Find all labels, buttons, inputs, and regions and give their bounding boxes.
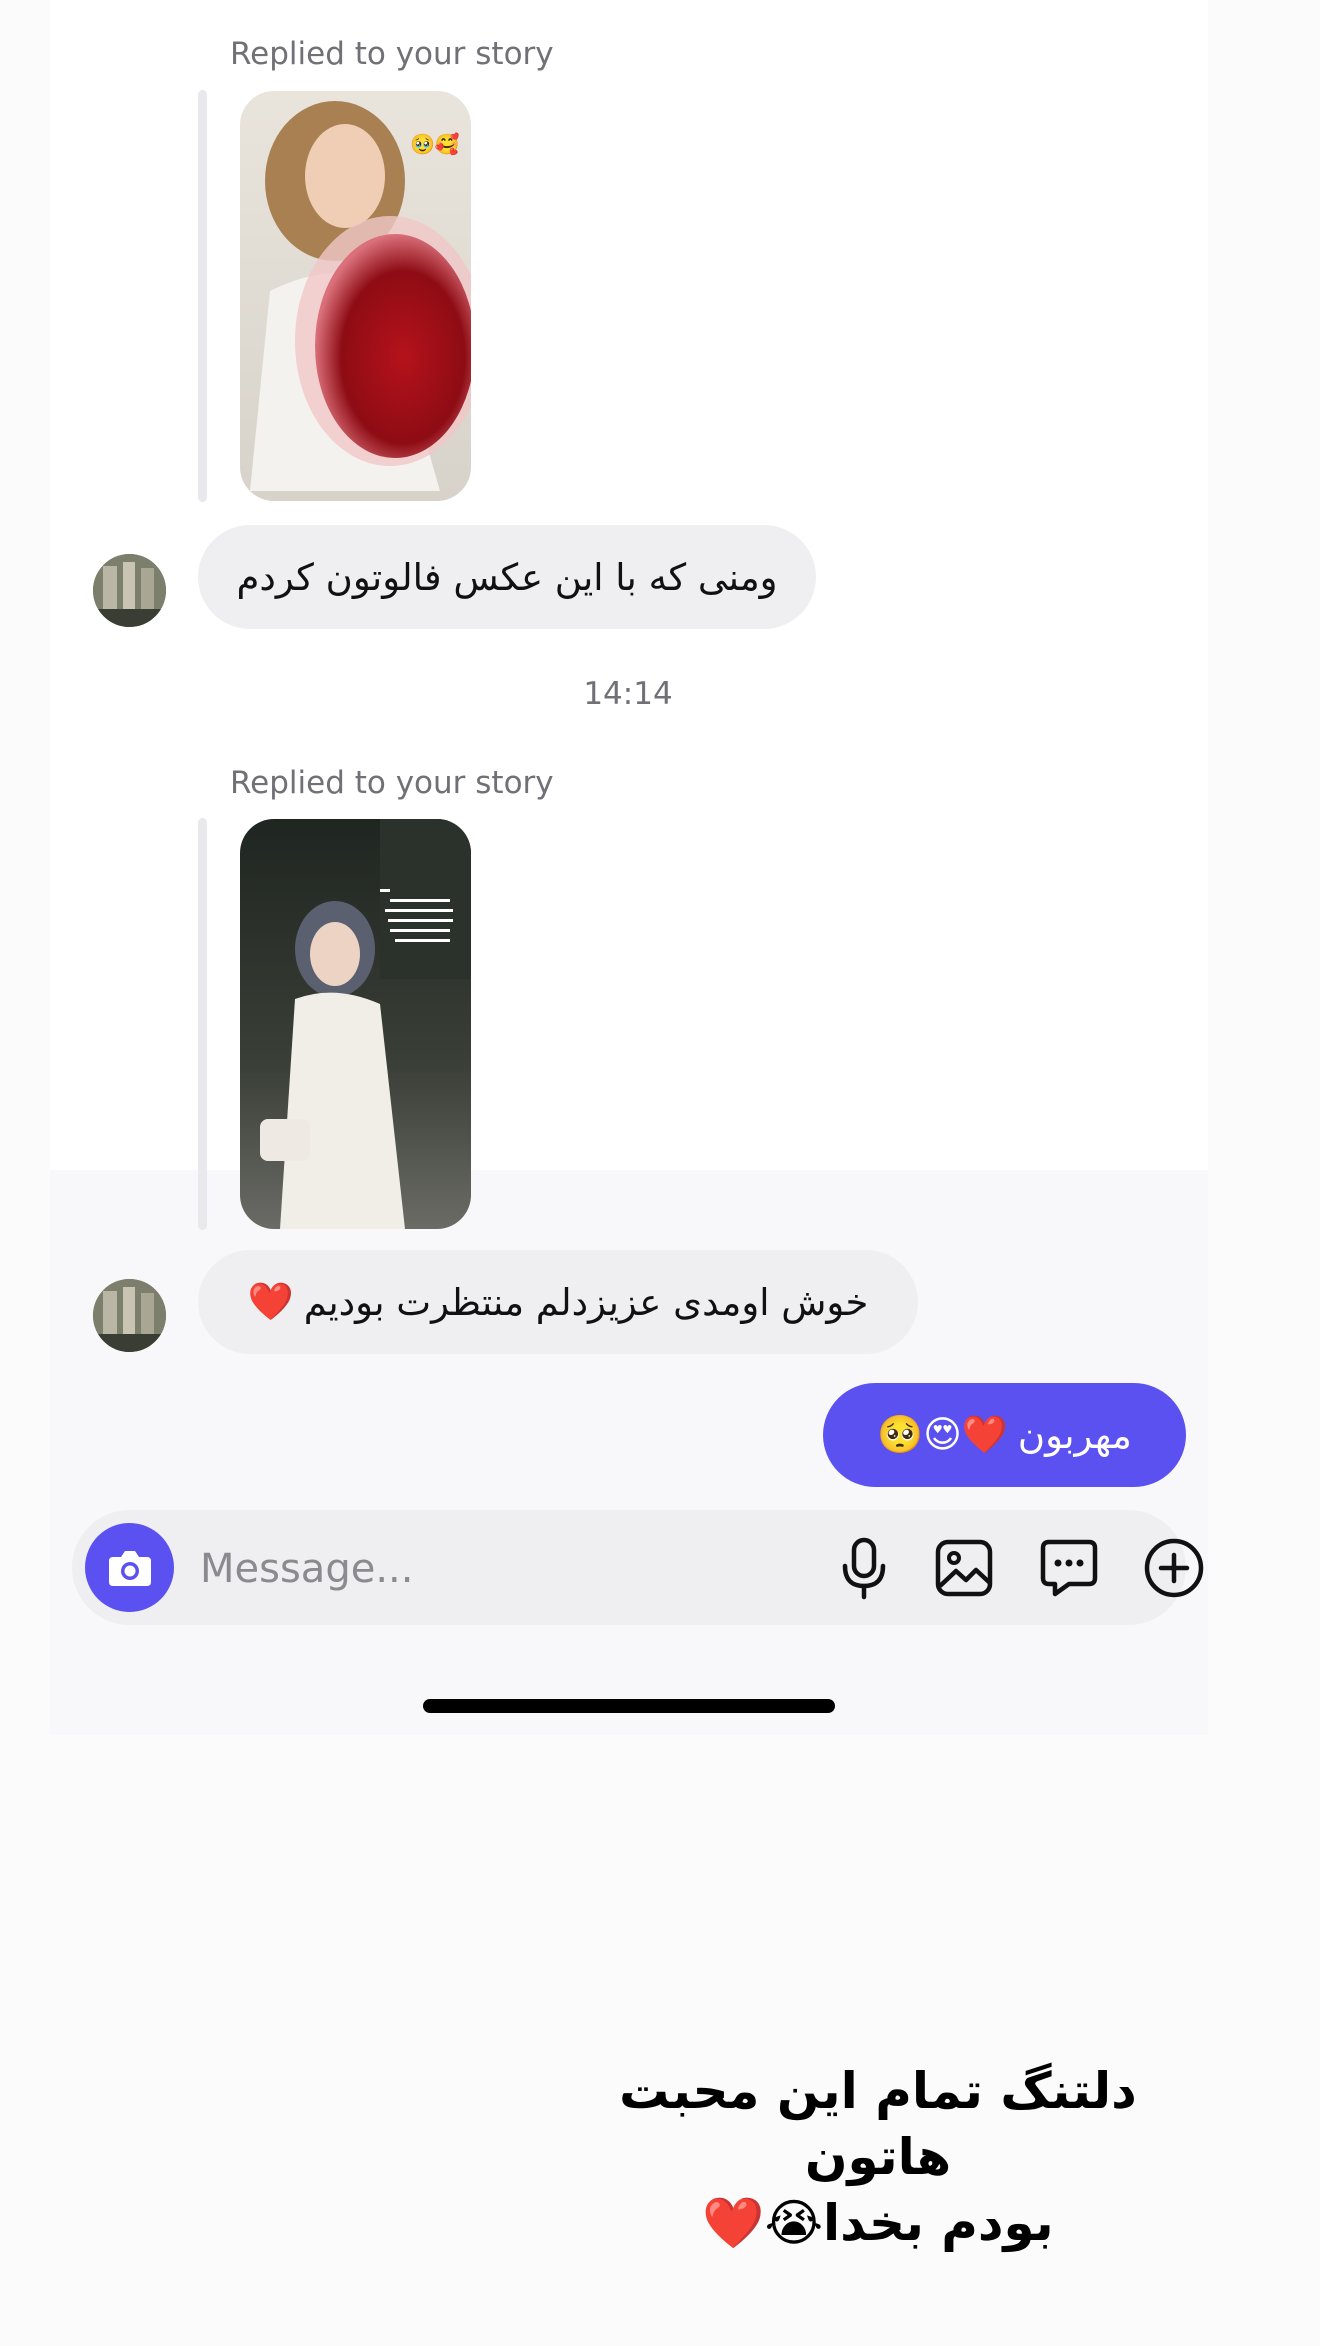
message-composer bbox=[72, 1510, 1204, 1627]
plus-circle-icon bbox=[1144, 1538, 1204, 1598]
camera-button[interactable] bbox=[85, 1523, 174, 1612]
heart-emoji: ❤️ bbox=[247, 1280, 294, 1323]
gallery-icon bbox=[935, 1539, 993, 1597]
caption-line-2: بودم بخدا😭❤️ bbox=[702, 2194, 1054, 2252]
story-thumbnail[interactable] bbox=[240, 819, 471, 1229]
reply-quote-line bbox=[198, 90, 207, 502]
replied-to-story-label: Replied to your story bbox=[230, 36, 554, 72]
home-indicator bbox=[423, 1699, 835, 1713]
message-input[interactable] bbox=[198, 1510, 762, 1627]
caption-line-1: دلتنگ تمام این محبت هاتون bbox=[619, 2062, 1137, 2186]
avatar-image bbox=[93, 554, 166, 627]
outgoing-emojis: ❤️😍🥺 bbox=[877, 1413, 1008, 1456]
microphone-icon bbox=[842, 1537, 886, 1600]
sticker-button[interactable] bbox=[1037, 1536, 1101, 1600]
story-caption: دلتنگ تمام این محبت هاتون بودم بخدا😭❤️ bbox=[560, 2058, 1196, 2256]
message-text: خوش اومدی عزیزدلم منتظرت بودیم bbox=[303, 1280, 869, 1324]
reply-quote-line bbox=[198, 818, 207, 1230]
replied-to-story-label: Replied to your story bbox=[230, 765, 554, 801]
story-image-roses: 🥹🥰 bbox=[240, 91, 471, 501]
add-button[interactable] bbox=[1142, 1536, 1206, 1600]
avatar[interactable] bbox=[93, 1279, 166, 1352]
avatar-image bbox=[93, 1279, 166, 1352]
story-image-woman bbox=[240, 819, 471, 1229]
story-emoji-overlay: 🥹🥰 bbox=[410, 132, 460, 156]
message-timestamp: 14:14 bbox=[583, 676, 673, 712]
outgoing-message-bubble[interactable]: مهربون ❤️😍🥺 bbox=[823, 1383, 1186, 1487]
message-text: ومنی که با این عکس فالوتون کردم bbox=[236, 555, 778, 599]
incoming-message-bubble[interactable]: خوش اومدی عزیزدلم منتظرت بودیم ❤️ bbox=[198, 1250, 918, 1354]
microphone-button[interactable] bbox=[832, 1536, 896, 1600]
incoming-message-bubble[interactable]: ومنی که با این عکس فالوتون کردم bbox=[198, 525, 816, 629]
outgoing-message-text: مهربون bbox=[1017, 1413, 1132, 1457]
chat-sticker-icon bbox=[1040, 1539, 1098, 1597]
gallery-button[interactable] bbox=[932, 1536, 996, 1600]
avatar[interactable] bbox=[93, 554, 166, 627]
story-thumbnail[interactable]: 🥹🥰 bbox=[240, 91, 471, 501]
camera-icon bbox=[108, 1550, 151, 1586]
